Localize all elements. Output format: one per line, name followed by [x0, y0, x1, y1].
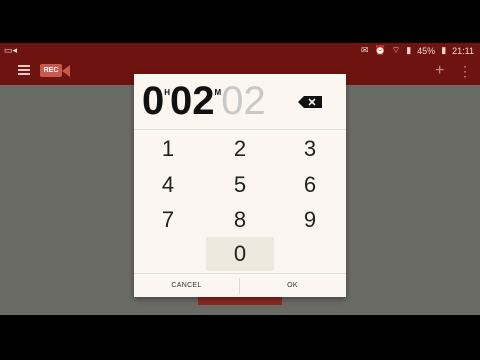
rec-logo: REC	[40, 64, 62, 77]
key-4[interactable]: 4	[134, 168, 202, 202]
divider	[134, 129, 346, 130]
menu-icon[interactable]	[18, 65, 30, 75]
clock: 21:11	[452, 45, 474, 56]
more-options-icon[interactable]: ⋮	[458, 63, 472, 80]
ok-button[interactable]: OK	[240, 274, 345, 298]
alarm-icon: ⏰	[374, 45, 386, 55]
seconds-value: 02	[221, 80, 266, 122]
wifi-icon: ⌔	[391, 45, 401, 55]
status-bar: ▭◂ ✉ ⏰ ⌔ ▮ 45% ▮ 21:11	[0, 43, 480, 57]
key-0[interactable]: 0	[206, 237, 274, 271]
cancel-button[interactable]: CANCEL	[134, 274, 239, 298]
time-display: 0H02M02	[142, 80, 274, 122]
key-6[interactable]: 6	[276, 168, 344, 202]
minutes-unit: M	[214, 88, 222, 97]
camera-logo-icon	[62, 65, 70, 77]
app-screen: ▭◂ ✉ ⏰ ⌔ ▮ 45% ▮ 21:11 REC + ⋮ 0H02M02 1…	[0, 43, 480, 315]
minutes-value: 02	[170, 80, 215, 122]
battery-icon: ▮	[441, 45, 447, 55]
hours-value: 0	[142, 80, 165, 122]
key-1[interactable]: 1	[134, 132, 202, 166]
battery-percent: 45%	[417, 45, 436, 56]
key-3[interactable]: 3	[276, 132, 344, 166]
dialog-actions: CANCEL OK	[134, 273, 346, 298]
key-7[interactable]: 7	[134, 203, 202, 237]
camera-icon: ▭◂	[4, 45, 18, 55]
signal-icon: ▮	[406, 45, 412, 55]
add-icon[interactable]: +	[435, 62, 444, 80]
key-8[interactable]: 8	[206, 203, 274, 237]
key-9[interactable]: 9	[276, 203, 344, 237]
key-2[interactable]: 2	[206, 132, 274, 166]
notification-icon: ✉	[360, 45, 369, 55]
backspace-icon[interactable]	[298, 96, 322, 108]
duration-picker-dialog: 0H02M02 1 2 3 4 5 6 7 8 9 0 CANCEL OK	[134, 74, 346, 297]
record-button-background	[198, 297, 282, 305]
key-5[interactable]: 5	[206, 168, 274, 202]
